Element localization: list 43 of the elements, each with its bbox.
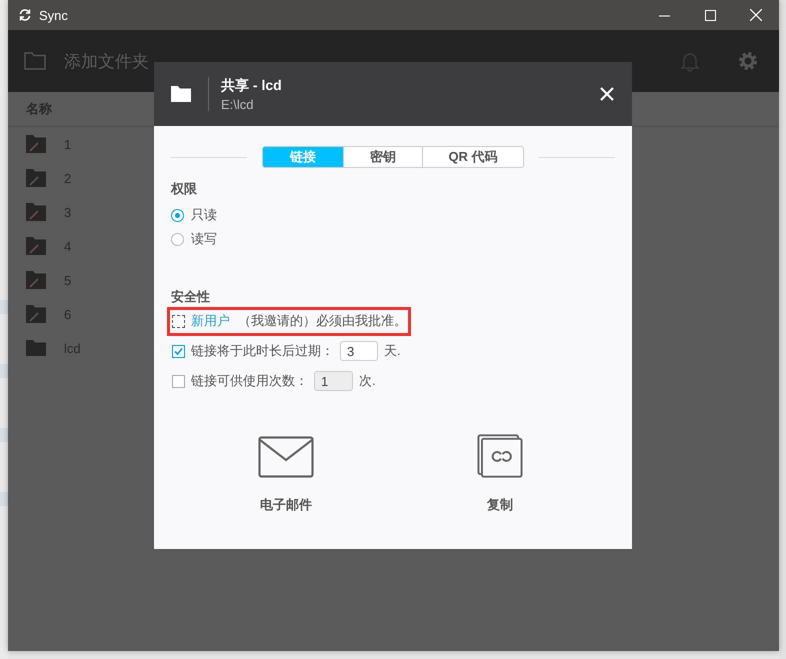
unit-label: 次. [359,372,376,390]
window-title: Sync [39,8,68,22]
close-button[interactable] [598,85,616,103]
close-icon [750,9,762,21]
folder-pencil-icon [25,236,47,256]
folder-icon [25,339,47,357]
checkbox[interactable] [172,314,185,328]
folder-path: E:\lcd [221,96,255,112]
option-label: 链接可供使用次数： [191,372,308,390]
unit-label: 天. [384,342,401,360]
folder-pencil-icon [25,168,47,188]
email-button[interactable]: 电子邮件 [246,434,326,514]
new-user-link[interactable]: 新用户 [191,313,230,328]
add-folder-button[interactable]: 添加文件夹 [64,50,149,72]
code-line-highlight [0,428,8,442]
folder-pencil-icon [25,134,47,154]
dialog-title: 共享 - lcd [221,76,282,94]
section-heading: 安全性 [171,288,210,306]
radio-button[interactable] [171,232,184,246]
folder-pencil-icon [25,270,47,290]
tab[interactable]: QR 代码 [422,147,523,167]
option-label: 新用户 （我邀请的）必须由我批准。 [191,312,407,330]
code-line-highlight [0,300,8,314]
tab[interactable]: 密钥 [343,147,422,167]
option-label: 只读 [191,206,217,224]
option-label: 链接将于此时长后过期： [191,342,334,360]
folder-pencil-icon [25,202,47,222]
folder-icon [24,52,46,70]
code-line-highlight [0,492,8,506]
envelope-icon [258,436,314,478]
copy-button[interactable]: 复制 [460,434,540,514]
option-label: 读写 [191,230,217,248]
folder-pencil-icon [25,304,47,324]
radio-button[interactable] [171,208,184,222]
settings-icon[interactable] [737,50,759,72]
folder-icon [170,85,192,103]
code-line-highlight [0,364,8,378]
checkbox[interactable] [172,344,185,358]
section-heading: 权限 [171,180,197,198]
maximize-icon [704,10,716,20]
number-field[interactable]: 3 [340,341,378,361]
sync-icon [18,8,32,22]
tab[interactable]: 链接 [263,147,343,167]
